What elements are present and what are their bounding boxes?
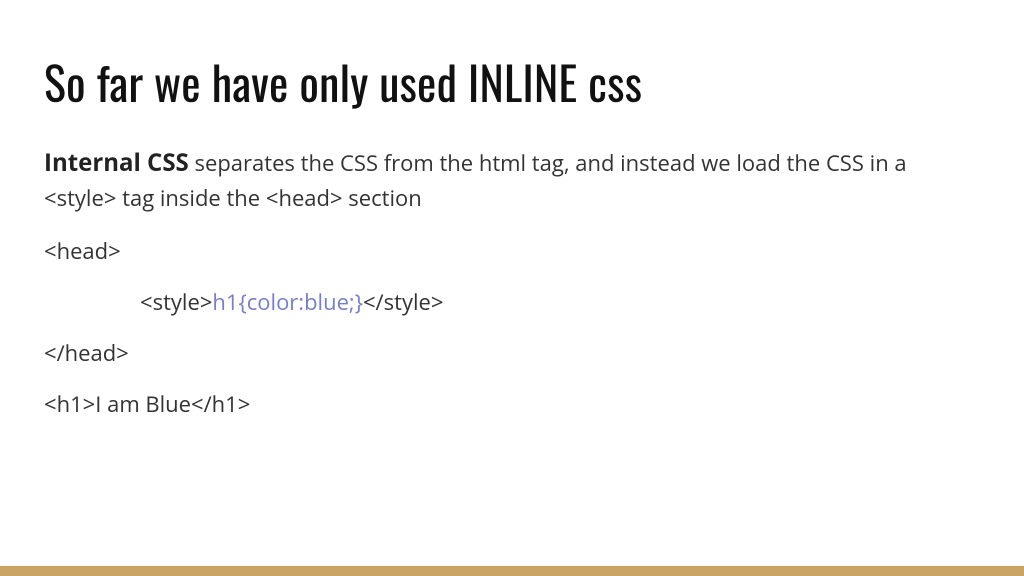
code-style-open: <style> (140, 287, 212, 317)
code-h1-line: <h1>I am Blue</h1> (44, 388, 980, 421)
code-css-rule: h1{color:blue;} (212, 287, 363, 317)
code-head-open: <head> (44, 235, 980, 268)
bottom-accent-bar (0, 566, 1024, 576)
intro-paragraph: Internal CSS separates the CSS from the … (44, 144, 980, 215)
code-head-close: </head> (44, 337, 980, 370)
code-style-close: </style> (363, 287, 443, 317)
slide-title: So far we have only used INLINE css (44, 48, 980, 116)
slide-content: So far we have only used INLINE css Inte… (0, 0, 1024, 421)
intro-bold: Internal CSS (44, 146, 189, 179)
code-style-line: <style>h1{color:blue;}</style> (44, 286, 980, 319)
